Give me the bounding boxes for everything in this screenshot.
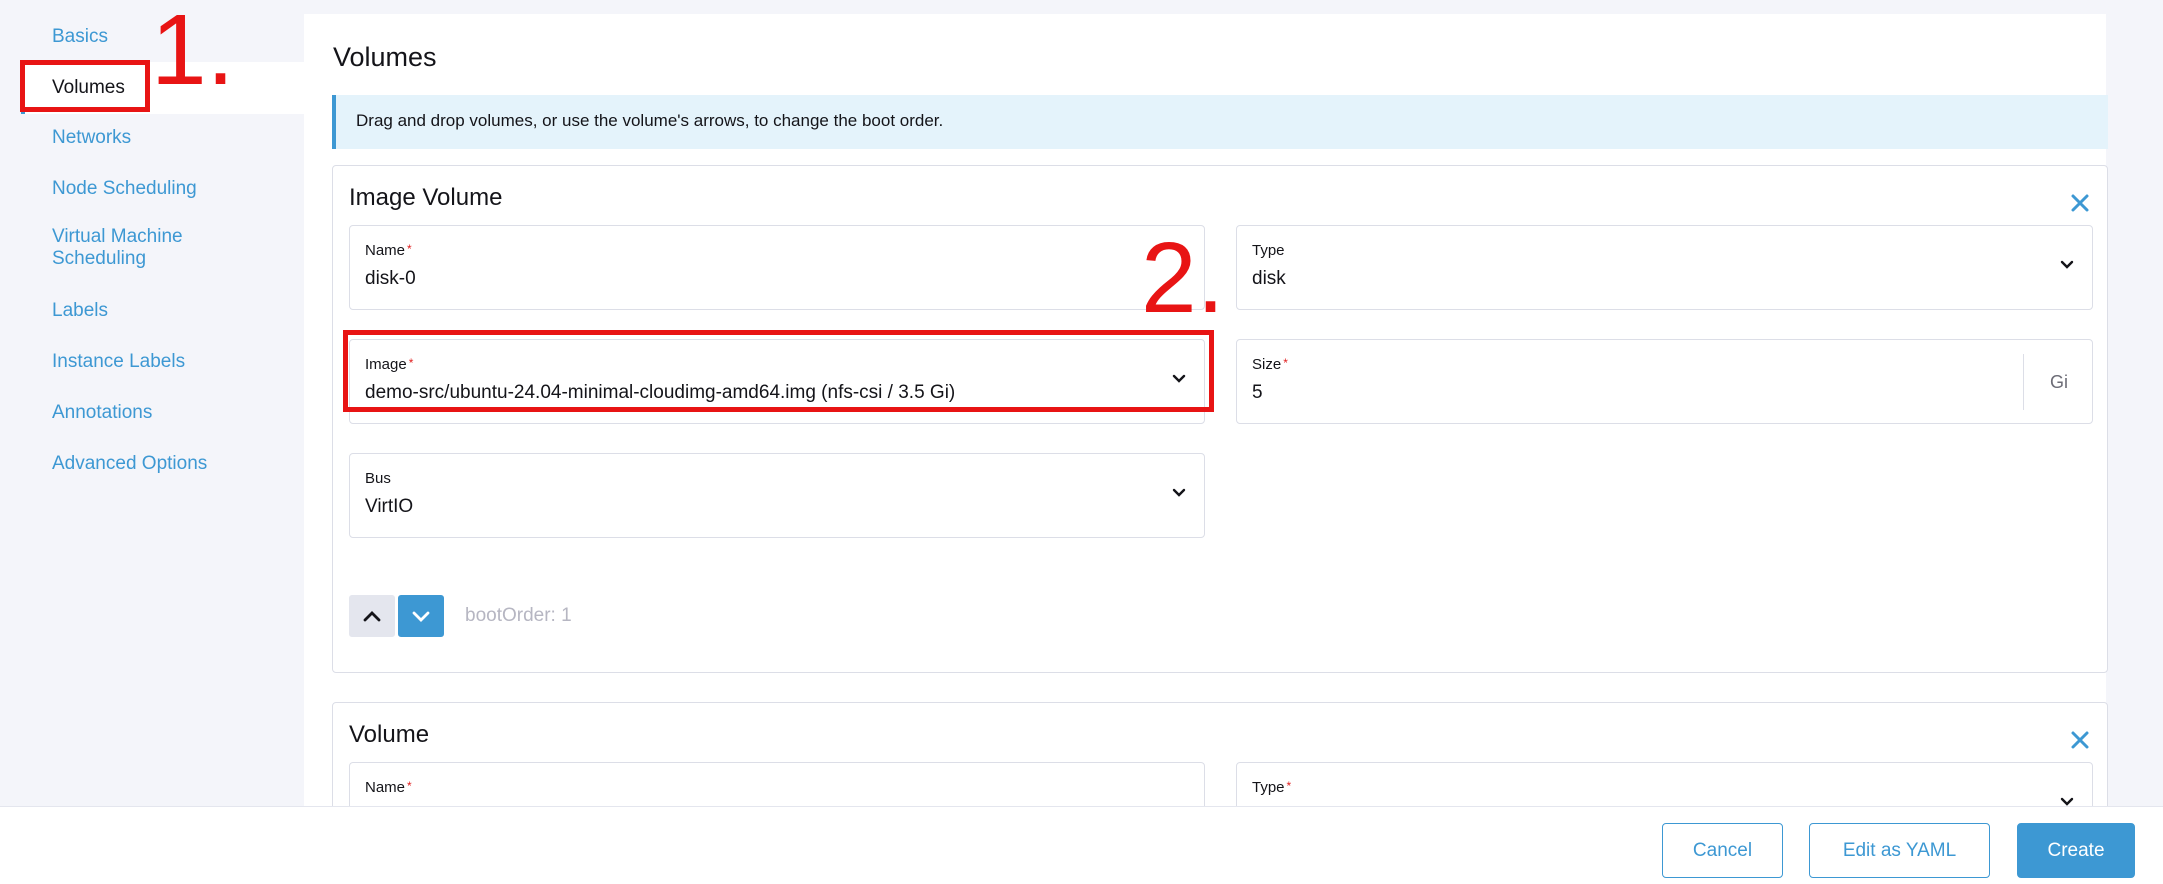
bus-value: VirtIO [365, 496, 414, 517]
image-volume-title: Image Volume [349, 184, 503, 211]
name-value: disk-0 [365, 268, 416, 289]
close-icon[interactable] [2067, 727, 2093, 753]
size-input[interactable]: Size * 5 Gi [1236, 339, 2093, 424]
nav-item-instance-labels[interactable]: Instance Labels [52, 351, 185, 373]
name-field[interactable]: Name * disk-0 [349, 225, 1205, 310]
side-navigation: Basics Volumes Networks Node Scheduling … [21, 0, 304, 806]
annotation-step-1: 1. [151, 0, 235, 106]
size-value: 5 [1252, 382, 1263, 403]
move-down-button[interactable] [398, 595, 444, 637]
nav-item-vm-scheduling[interactable]: Virtual Machine Scheduling [52, 226, 252, 270]
form-footer: Cancel Edit as YAML Create [0, 806, 2163, 884]
move-up-button[interactable] [349, 595, 395, 637]
volume-type-label: Type [1252, 779, 1285, 796]
type-label: Type [1252, 242, 1285, 259]
info-banner: Drag and drop volumes, or use the volume… [332, 95, 2108, 149]
required-mark: * [407, 779, 412, 793]
edit-yaml-button[interactable]: Edit as YAML [1809, 823, 1990, 878]
boot-order-label: bootOrder: 1 [465, 605, 572, 626]
cancel-button[interactable]: Cancel [1662, 823, 1783, 878]
bus-select[interactable]: Bus VirtIO [349, 453, 1205, 538]
chevron-down-icon [412, 611, 430, 622]
close-icon[interactable] [2067, 190, 2093, 216]
nav-item-basics[interactable]: Basics [52, 26, 108, 48]
create-button[interactable]: Create [2017, 823, 2135, 878]
type-value: disk [1252, 268, 1286, 289]
size-unit: Gi [2050, 372, 2068, 392]
unit-divider [2023, 354, 2024, 410]
chevron-down-icon [1172, 488, 1186, 497]
size-label: Size [1252, 356, 1282, 373]
required-mark: * [407, 242, 412, 256]
annotation-box-2 [343, 330, 1214, 412]
chevron-up-icon [363, 611, 381, 622]
chevron-down-icon [2060, 260, 2074, 269]
bus-label: Bus [365, 470, 391, 487]
required-mark: * [1286, 779, 1292, 793]
annotation-box-1 [20, 60, 150, 112]
nav-item-labels[interactable]: Labels [52, 300, 108, 322]
page-title: Volumes [333, 42, 437, 72]
volume-title: Volume [349, 721, 430, 748]
volume-name-label: Name [365, 779, 406, 796]
annotation-step-2: 2. [1141, 222, 1225, 334]
nav-item-node-scheduling[interactable]: Node Scheduling [52, 178, 197, 200]
type-select[interactable]: Type disk [1236, 225, 2093, 310]
banner-text: Drag and drop volumes, or use the volume… [356, 111, 944, 130]
name-label: Name [365, 242, 406, 259]
nav-item-annotations[interactable]: Annotations [52, 402, 152, 424]
nav-item-networks[interactable]: Networks [52, 127, 131, 149]
nav-item-advanced-options[interactable]: Advanced Options [52, 453, 207, 475]
required-mark: * [1283, 356, 1288, 370]
